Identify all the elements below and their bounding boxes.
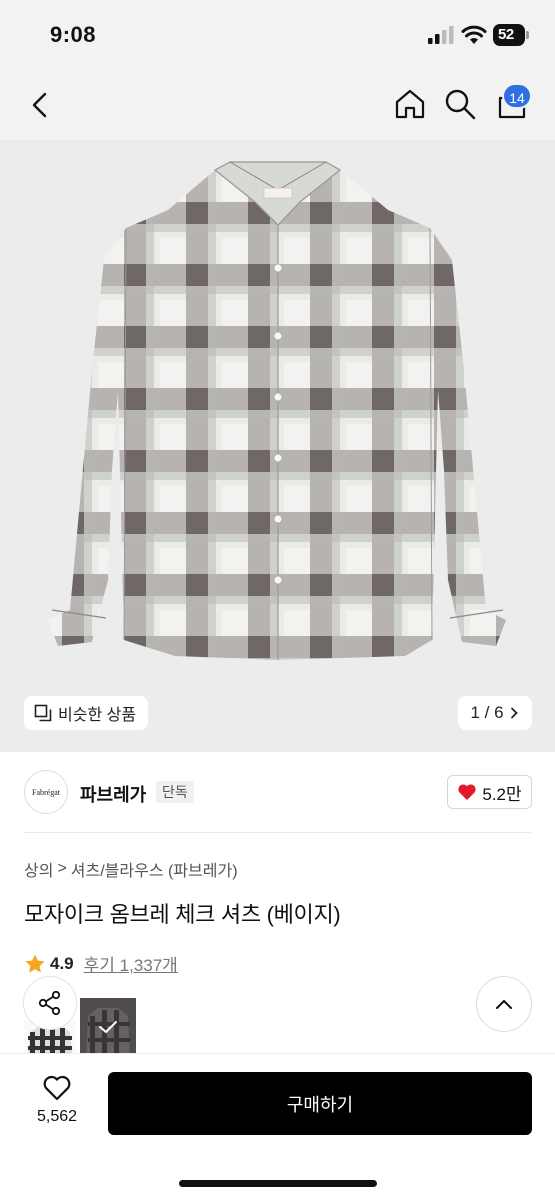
review-count-link[interactable]: 후기 1,337개 [84,951,178,976]
scroll-to-top-button[interactable] [476,976,532,1032]
exclusive-badge: 단독 [156,781,194,803]
color-option-thumbnail-selected[interactable] [80,998,136,1056]
search-icon[interactable] [443,87,477,121]
similar-products-label: 비슷한 상품 [58,707,137,724]
product-title: 모자이크 옴브레 체크 셔츠 (베이지) [24,902,341,927]
similar-items-icon [34,704,52,722]
similar-products-button[interactable]: 비슷한 상품 [24,696,149,730]
rating-score: 4.9 [50,953,74,973]
status-time: 9:08 [50,22,97,47]
brand-logo[interactable]: Fabrégat [24,770,68,814]
wishlist-count: 5,562 [36,1108,78,1125]
breadcrumb: 상의 > 셔츠/블라우스 (파브레가) [24,857,238,881]
battery-level: 52 [498,26,514,43]
brand-like-button[interactable]: 5.2만 [447,775,532,809]
check-icon [99,1021,117,1034]
top-navigation [0,70,555,140]
cellular-signal-icon [428,26,454,44]
battery-icon: 52 [493,24,529,46]
image-pager-button[interactable]: 1 / 6 [458,696,532,730]
shirt-photo [0,140,555,752]
share-icon [38,990,61,1016]
chevron-right-icon: > [57,860,67,877]
wifi-icon [461,25,487,44]
heart-outline-icon [43,1075,71,1101]
star-icon [25,954,45,973]
buy-button[interactable]: 구매하기 [108,1072,532,1135]
wishlist-button[interactable]: 5,562 [30,1074,84,1134]
heart-filled-icon [458,784,477,800]
share-button[interactable] [23,976,77,1030]
brand-like-count: 5.2만 [482,784,522,804]
home-icon[interactable] [393,87,427,121]
status-bar: 9:08 52 [0,0,555,70]
product-image[interactable] [0,140,555,752]
brand-name[interactable]: 파브레가 [80,781,146,807]
cart-count-badge: 14 [502,83,532,109]
divider [24,832,531,833]
chevron-up-icon [496,1000,512,1009]
breadcrumb-subcategory[interactable]: 셔츠/블라우스 (파브레가) [71,857,238,881]
home-indicator [179,1180,377,1187]
image-pager-label: 1 / 6 [470,703,504,722]
back-icon[interactable] [26,90,54,120]
rating-row: 4.9 후기 1,337개 [24,951,178,976]
chevron-right-icon [510,707,518,719]
breadcrumb-category[interactable]: 상의 [24,857,53,881]
